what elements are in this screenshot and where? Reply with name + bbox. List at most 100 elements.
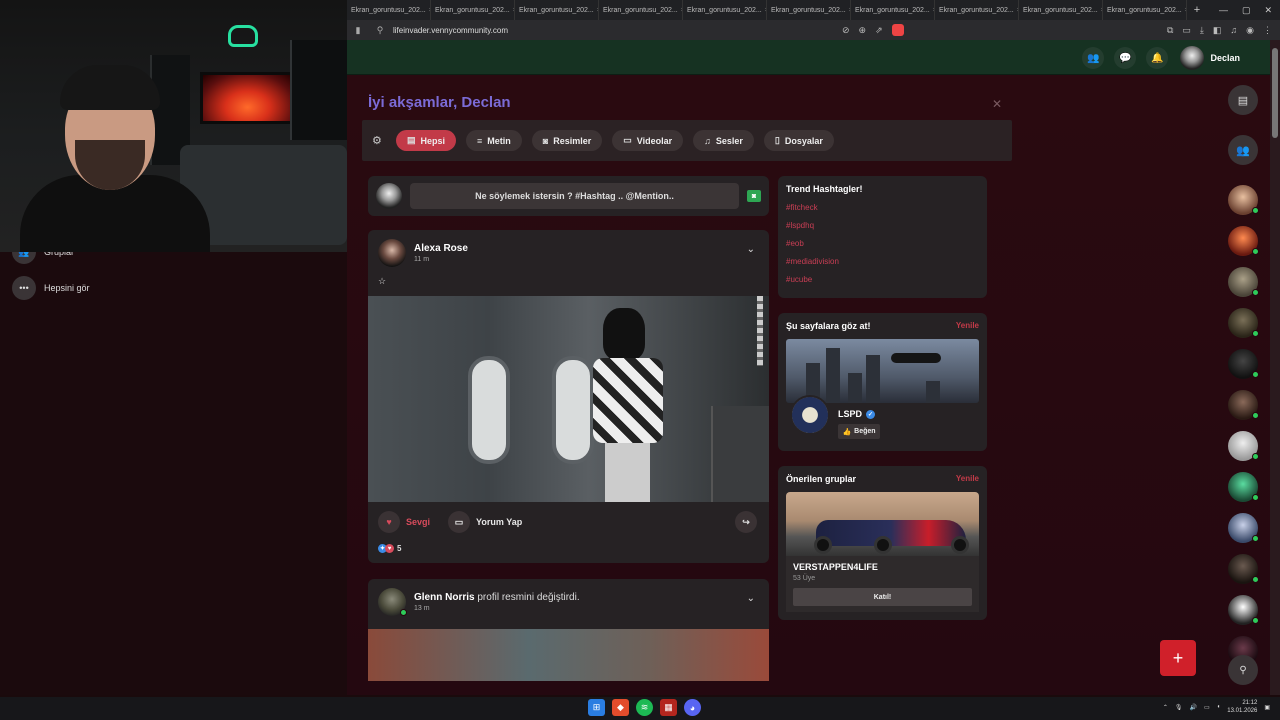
tab-title: Ekran_goruntusu_202... — [1107, 6, 1182, 14]
discord-icon[interactable]: ◕ — [684, 699, 701, 716]
browser-tab[interactable]: Ekran_goruntusu_202...× — [767, 0, 851, 20]
post-author[interactable]: Glenn Norris — [414, 592, 475, 603]
post-image[interactable] — [368, 629, 769, 681]
group-banner[interactable] — [786, 492, 979, 556]
download-icon[interactable]: ⤓ — [1200, 25, 1204, 36]
site-info-icon[interactable]: ⚲ — [369, 25, 391, 36]
bookmark-icon[interactable]: ▮ — [347, 25, 369, 36]
new-tab-button[interactable]: + — [1187, 4, 1207, 16]
contact-avatar[interactable] — [1228, 390, 1259, 420]
hashtag-link[interactable]: #mediadivision — [786, 257, 979, 266]
contact-avatar[interactable] — [1228, 472, 1259, 502]
filter-files[interactable]: ▯ Dosyalar — [763, 130, 834, 151]
filter-settings-icon[interactable]: ⚙ — [372, 134, 386, 147]
lspd-seal-logo[interactable] — [790, 395, 830, 435]
love-button[interactable]: ♥ Sevgi — [378, 511, 430, 533]
composer-input[interactable]: Ne söylemek istersin ? #Hashtag .. @Ment… — [410, 183, 739, 209]
refresh-link[interactable]: Yenile — [956, 474, 979, 483]
browser-tab[interactable]: Ekran_goruntusu_202...× — [1019, 0, 1103, 20]
messages-icon[interactable]: 💬 — [1114, 47, 1137, 69]
close-icon[interactable]: ✕ — [992, 97, 1002, 111]
contact-avatar[interactable] — [1228, 349, 1259, 379]
mic-icon[interactable]: 🎙 — [1175, 704, 1183, 711]
sidebar-item-see-all[interactable]: ••• Hepsini gör — [12, 276, 90, 300]
new-message-icon[interactable]: ▤ — [1228, 85, 1258, 115]
clock[interactable]: 21:12 13.01.2026 — [1227, 699, 1257, 715]
speaker-icon[interactable]: ◖ — [1217, 704, 1221, 710]
url-field[interactable]: lifeinvader.vennycommunity.com — [393, 26, 508, 35]
search-user-icon[interactable]: ⚲ — [1228, 655, 1258, 685]
page-name[interactable]: LSPD — [838, 409, 862, 419]
add-friend-icon[interactable]: 👥 — [1228, 135, 1258, 165]
group-name[interactable]: VERSTAPPEN4LIFE — [793, 562, 972, 572]
browser-tab[interactable]: Ekran_goruntusu_202...× — [599, 0, 683, 20]
filter-videos[interactable]: ▭ Videolar — [612, 130, 684, 151]
join-group-button[interactable]: Katıl! — [793, 588, 972, 606]
filter-text[interactable]: ≡ Metin — [466, 130, 522, 151]
tray-chevron-icon[interactable]: ⌃ — [1163, 704, 1168, 711]
page-banner[interactable] — [786, 339, 979, 403]
post-author[interactable]: Alexa Rose — [414, 243, 468, 254]
contact-avatar[interactable] — [1228, 431, 1259, 461]
extensions-icon[interactable]: ⧉ — [1167, 25, 1173, 36]
browser-tab[interactable]: Ekran_goruntusu_202...× — [347, 0, 431, 20]
contact-avatar[interactable] — [1228, 513, 1259, 543]
post-image[interactable] — [368, 296, 769, 502]
contact-avatar[interactable] — [1228, 267, 1259, 297]
widget-title: Önerilen gruplar — [786, 474, 857, 484]
share-icon[interactable]: ⇗ — [875, 25, 883, 36]
notifications-icon[interactable]: 🔔 — [1146, 47, 1169, 69]
contact-avatar[interactable] — [1228, 226, 1259, 256]
volume-icon[interactable]: 🔊 — [1190, 704, 1197, 711]
share-icon[interactable]: ↪ — [735, 511, 757, 533]
contact-avatar[interactable] — [1228, 595, 1259, 625]
filter-audio[interactable]: ♫ Sesler — [693, 130, 754, 151]
filter-all[interactable]: ▤ Hepsi — [396, 130, 457, 151]
browser-tab[interactable]: Ekran_goruntusu_202...× — [851, 0, 935, 20]
add-photo-icon[interactable]: ◙ — [747, 190, 761, 202]
browser-tab[interactable]: Ekran_goruntusu_202...× — [683, 0, 767, 20]
reaction-summary[interactable]: ✦ ♥ 5 — [368, 542, 769, 553]
maximize-icon[interactable]: ▢ — [1242, 5, 1251, 16]
like-page-button[interactable]: 👍 Beğen — [838, 424, 880, 439]
browser-tab[interactable]: Ekran_goruntusu_202...× — [515, 0, 599, 20]
user-menu[interactable]: Declan — [1180, 46, 1240, 70]
hashtag-link[interactable]: #ucube — [786, 275, 979, 284]
create-post-button[interactable]: + — [1160, 640, 1196, 676]
profile-icon[interactable]: ◉ — [1246, 25, 1254, 36]
network-icon[interactable]: ▭ — [1204, 704, 1210, 711]
start-icon[interactable]: ⊞ — [588, 699, 605, 716]
chevron-down-icon[interactable]: ⌄ — [747, 593, 755, 604]
browser-tab[interactable]: Ekran_goruntusu_202...× — [935, 0, 1019, 20]
extension-icon[interactable] — [891, 24, 904, 36]
contact-avatar[interactable] — [1228, 308, 1259, 338]
hashtag-link[interactable]: #eob — [786, 239, 979, 248]
friends-icon[interactable]: 👥 — [1082, 47, 1105, 69]
refresh-link[interactable]: Yenile — [956, 321, 979, 330]
browser-tab[interactable]: Ekran_goruntusu_202...× — [1103, 0, 1187, 20]
browser-icon[interactable]: ◆ — [612, 699, 629, 716]
chevron-down-icon[interactable]: ⌄ — [747, 244, 755, 255]
scrollbar-thumb[interactable] — [1272, 48, 1278, 138]
filter-images[interactable]: ◙ Resimler — [531, 130, 603, 151]
contact-avatar[interactable] — [1228, 185, 1259, 215]
sidebar-icon[interactable]: ▭ — [1182, 25, 1191, 36]
minimize-icon[interactable]: — — [1219, 5, 1228, 16]
hashtag-link[interactable]: #lspdhq — [786, 221, 979, 230]
contact-avatar[interactable] — [1228, 554, 1259, 584]
media-icon[interactable]: ♫ — [1230, 25, 1237, 35]
avatar[interactable] — [378, 588, 407, 616]
avatar[interactable] — [378, 239, 406, 267]
notification-icon[interactable]: ▣ — [1264, 704, 1270, 711]
close-window-icon[interactable]: ✕ — [1264, 5, 1272, 16]
eye-off-icon[interactable]: ⊘ — [842, 25, 850, 36]
hashtag-link[interactable]: #fitcheck — [786, 203, 979, 212]
menu-icon[interactable]: ⋮ — [1263, 25, 1272, 36]
screenshot-icon[interactable]: ◧ — [1213, 25, 1222, 36]
zoom-icon[interactable]: ⊕ — [859, 25, 867, 36]
recorder-icon[interactable]: ▦ — [660, 699, 677, 716]
comment-button[interactable]: ▭ Yorum Yap — [448, 511, 522, 533]
spotify-icon[interactable]: ≋ — [636, 699, 653, 716]
scrollbar[interactable] — [1270, 40, 1280, 695]
browser-tab[interactable]: Ekran_goruntusu_202...× — [431, 0, 515, 20]
